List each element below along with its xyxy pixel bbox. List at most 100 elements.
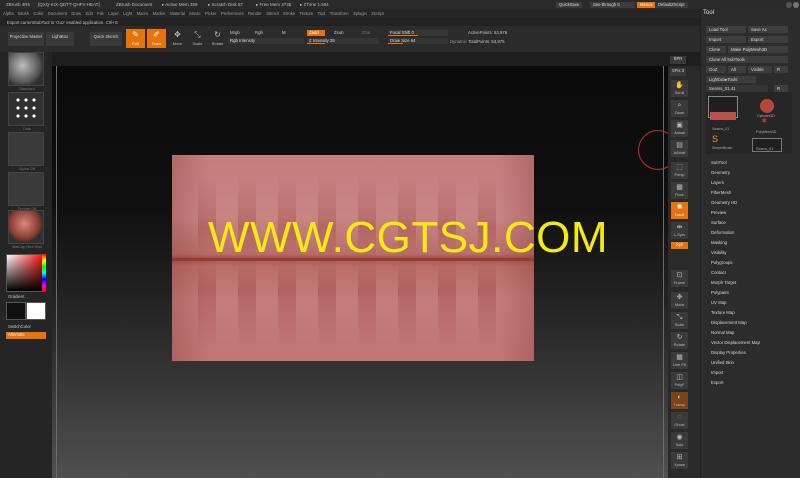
save-as-button[interactable]: Save As (748, 26, 788, 33)
edit-button[interactable]: ✎ Edit (126, 29, 145, 48)
menu-zplugin[interactable]: Zplugin (353, 11, 367, 16)
menu-brush[interactable]: Brush (18, 11, 29, 16)
morph-target-section[interactable]: Morph Target (711, 280, 736, 285)
solo-button[interactable]: ◉ Solo (671, 432, 688, 449)
color-picker[interactable] (6, 254, 46, 292)
alternate-button[interactable]: Alternate (6, 332, 46, 339)
lightbox-button[interactable]: LightBox (46, 32, 74, 46)
move-button[interactable]: ✥ Move (168, 29, 187, 48)
aahalf-button[interactable]: ▤ AAHalf (671, 140, 688, 157)
texture-thumbnail[interactable]: Texture Off (8, 172, 44, 211)
tool-panel-title[interactable]: Tool (703, 10, 714, 16)
menu-picker[interactable]: Picker (205, 11, 217, 16)
display-properties-section[interactable]: Display Properties (711, 350, 746, 355)
menu-macro[interactable]: Macro (137, 11, 149, 16)
mrgb-button[interactable]: Mrgb (230, 30, 240, 35)
xpose-button[interactable]: ⊞ Xpose (671, 452, 688, 469)
goz-all-button[interactable]: All (728, 66, 746, 73)
rs-move-button[interactable]: ✥ Move (671, 292, 688, 309)
unified-skin-section[interactable]: Unified Skin (711, 360, 734, 365)
local-button[interactable]: ✺ Local (671, 202, 688, 219)
polyf-button[interactable]: ◫ PolyF (671, 372, 688, 389)
menu-zscript[interactable]: Zscript (371, 11, 384, 16)
alpha-thumbnail[interactable]: Alpha Off (8, 132, 44, 171)
menu-document[interactable]: Document (48, 11, 67, 16)
menu-preferences[interactable]: Preferences (221, 11, 244, 16)
deformation-section[interactable]: Deformation (711, 230, 734, 235)
gradient-label[interactable]: Gradient (8, 294, 24, 299)
zcut-button[interactable]: Zcut (362, 30, 370, 35)
surface-section[interactable]: Surface (711, 220, 726, 225)
transp-button[interactable]: ◐ Transp (671, 392, 688, 409)
import-button[interactable]: Import (706, 36, 746, 43)
geometry-section[interactable]: Geometry (711, 170, 730, 175)
menu-transform[interactable]: Transform (330, 11, 349, 16)
rgb-button[interactable]: Rgb (255, 30, 263, 35)
menu-marker[interactable]: Marker (153, 11, 166, 16)
z-intensity-slider[interactable]: Z Intensity 25 (307, 38, 379, 44)
rgb-intensity-slider[interactable]: Rgb Intensity (228, 38, 304, 44)
menu-render[interactable]: Render (248, 11, 262, 16)
goz-r-button[interactable]: R (774, 66, 788, 73)
window-control-icon[interactable] (786, 2, 792, 8)
draw-button[interactable]: ✐ Draw (147, 29, 166, 48)
clone-button[interactable]: Clone (706, 46, 726, 53)
menu-texture[interactable]: Texture (300, 11, 314, 16)
frame-button[interactable]: ⊡ Frame (671, 270, 688, 287)
current-tool-r-button[interactable]: R (774, 85, 788, 92)
lsym-button[interactable]: ⇹ L.Sym (671, 222, 688, 239)
zoom-button[interactable]: ⌕ Zoom (671, 100, 688, 117)
xyz-button[interactable]: Xyz (671, 242, 688, 249)
polygroups-section[interactable]: Polygroups (711, 260, 733, 265)
m-button[interactable]: M (282, 30, 286, 35)
goz-visible-button[interactable]: Visible (748, 66, 772, 73)
menu-alpha[interactable]: Alpha (3, 11, 14, 16)
ghost-button[interactable]: ◌ Ghost (671, 412, 688, 429)
normal-map-section[interactable]: Normal Map (711, 330, 734, 335)
actual-button[interactable]: ▣ Actual (671, 120, 688, 137)
menu-layer[interactable]: Layer (108, 11, 118, 16)
brush-thumbnail[interactable]: Standard (8, 52, 44, 91)
export-button[interactable]: Export (748, 36, 788, 43)
menu-stroke[interactable]: Stroke (283, 11, 295, 16)
goz-button[interactable]: GoZ (706, 66, 726, 73)
make-polymesh-button[interactable]: Make PolyMesh3D (728, 46, 788, 53)
menu-stencil[interactable]: Stencil (266, 11, 279, 16)
simplebrush-icon[interactable]: S (712, 134, 718, 144)
layers-section[interactable]: Layers (711, 180, 724, 185)
polymesh-star-icon[interactable]: ✶ (760, 116, 768, 127)
persp-button[interactable]: ⬚ Persp (671, 162, 688, 179)
window-close-icon[interactable] (793, 2, 799, 8)
subtool-section[interactable]: SubTool (711, 160, 727, 165)
main-color-swatch[interactable] (26, 302, 46, 320)
switchcolor-button[interactable]: SwitchColor (8, 324, 31, 329)
floor-button[interactable]: ▦ Floor (671, 182, 688, 199)
projection-master-button[interactable]: Projection Master (8, 32, 44, 46)
spix-slider[interactable]: SPix 3 (670, 68, 686, 76)
displacement-map-section[interactable]: Displacement Map (711, 320, 747, 325)
focal-shift-slider[interactable]: Focal Shift 0 (388, 30, 448, 36)
geometry-hd-section[interactable]: Geometry HD (711, 200, 737, 205)
bpr-button[interactable]: BPR (670, 56, 686, 64)
draw-size-slider[interactable]: Draw Size 64 (388, 38, 448, 44)
vector-displacement-map-section[interactable]: Vector Displacement Map (711, 340, 760, 345)
current-tool-slider[interactable]: Seams_01.41 (706, 85, 768, 92)
hue-strip[interactable] (42, 254, 46, 292)
menu-file[interactable]: File (97, 11, 104, 16)
menu-edit[interactable]: Edit (86, 11, 93, 16)
menus-toggle[interactable]: Menus (637, 2, 656, 8)
uv-map-section[interactable]: UV Map (711, 300, 727, 305)
zsub-button[interactable]: Zsub (334, 30, 344, 35)
menu-movie[interactable]: Movie (189, 11, 200, 16)
dynamic-toggle[interactable]: Dynamic (450, 39, 467, 44)
menu-material[interactable]: Material (170, 11, 185, 16)
fibermesh-section[interactable]: FiberMesh (711, 190, 731, 195)
secondary-color-swatch[interactable] (6, 302, 26, 320)
menu-draw[interactable]: Draw (71, 11, 81, 16)
zadd-button[interactable]: Zadd (307, 30, 325, 36)
menu-color[interactable]: Color (33, 11, 43, 16)
masking-section[interactable]: Masking (711, 240, 727, 245)
rs-scale-button[interactable]: ⤡ Scale (671, 312, 688, 329)
texture-map-section[interactable]: Texture Map (711, 310, 735, 315)
menu-light[interactable]: Light (123, 11, 132, 16)
